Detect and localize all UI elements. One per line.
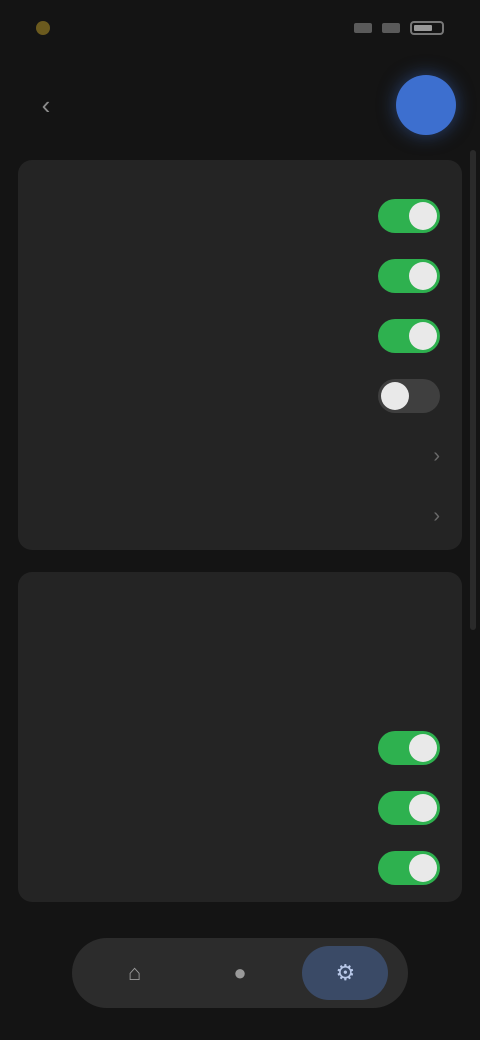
status-bar: [0, 0, 480, 56]
setting-toggle[interactable]: [378, 259, 440, 293]
status-left: [36, 21, 58, 35]
setting-row[interactable]: [18, 838, 462, 898]
setting-row[interactable]: [18, 246, 462, 306]
setting-value-wrap: ›: [425, 505, 440, 528]
bottom-nav: ⌂ ● ⚙: [72, 938, 408, 1008]
setting-row[interactable]: [18, 658, 462, 718]
chevron-right-icon: ›: [433, 504, 440, 527]
notification-icon: [36, 21, 50, 35]
setting-row[interactable]: [18, 186, 462, 246]
setting-row[interactable]: [18, 598, 462, 658]
settings-section-1: › ›: [18, 160, 462, 550]
settings-icon: ⚙: [335, 960, 356, 985]
setting-toggle[interactable]: [378, 379, 440, 413]
nav-settings-button[interactable]: ⚙: [302, 946, 389, 1000]
setting-row[interactable]: ›: [18, 426, 462, 486]
status-right: [354, 21, 444, 35]
wifi-icon: [382, 23, 400, 33]
toggle-knob: [409, 202, 437, 230]
scrollbar[interactable]: [470, 150, 476, 630]
person-icon: ●: [233, 960, 247, 985]
home-icon: ⌂: [128, 960, 142, 985]
setting-toggle[interactable]: [378, 731, 440, 765]
toggle-knob: [409, 854, 437, 882]
back-button[interactable]: ‹: [24, 83, 68, 127]
signal-icon: [354, 23, 372, 33]
setting-value-wrap: ›: [425, 445, 440, 468]
settings-content: › ›: [18, 160, 462, 924]
battery-icon: [410, 21, 444, 35]
section-header: [18, 166, 462, 186]
toggle-knob: [409, 262, 437, 290]
setting-toggle[interactable]: [378, 791, 440, 825]
setting-toggle[interactable]: [378, 319, 440, 353]
setting-row[interactable]: ›: [18, 486, 462, 546]
setting-row[interactable]: [18, 778, 462, 838]
settings-section-2: [18, 572, 462, 902]
avatar[interactable]: [396, 75, 456, 135]
setting-toggle[interactable]: [378, 851, 440, 885]
toggle-knob: [409, 794, 437, 822]
setting-toggle[interactable]: [378, 199, 440, 233]
setting-row[interactable]: [18, 718, 462, 778]
setting-row[interactable]: [18, 366, 462, 426]
nav-profile-button[interactable]: ●: [197, 946, 283, 1000]
setting-row[interactable]: [18, 306, 462, 366]
chevron-right-icon: ›: [433, 444, 440, 467]
toggle-knob: [381, 382, 409, 410]
nav-home-button[interactable]: ⌂: [92, 946, 178, 1000]
section-header: [18, 578, 462, 598]
back-arrow-icon: ‹: [41, 89, 51, 120]
app-bar: ‹: [0, 60, 480, 150]
toggle-knob: [409, 322, 437, 350]
toggle-knob: [409, 734, 437, 762]
